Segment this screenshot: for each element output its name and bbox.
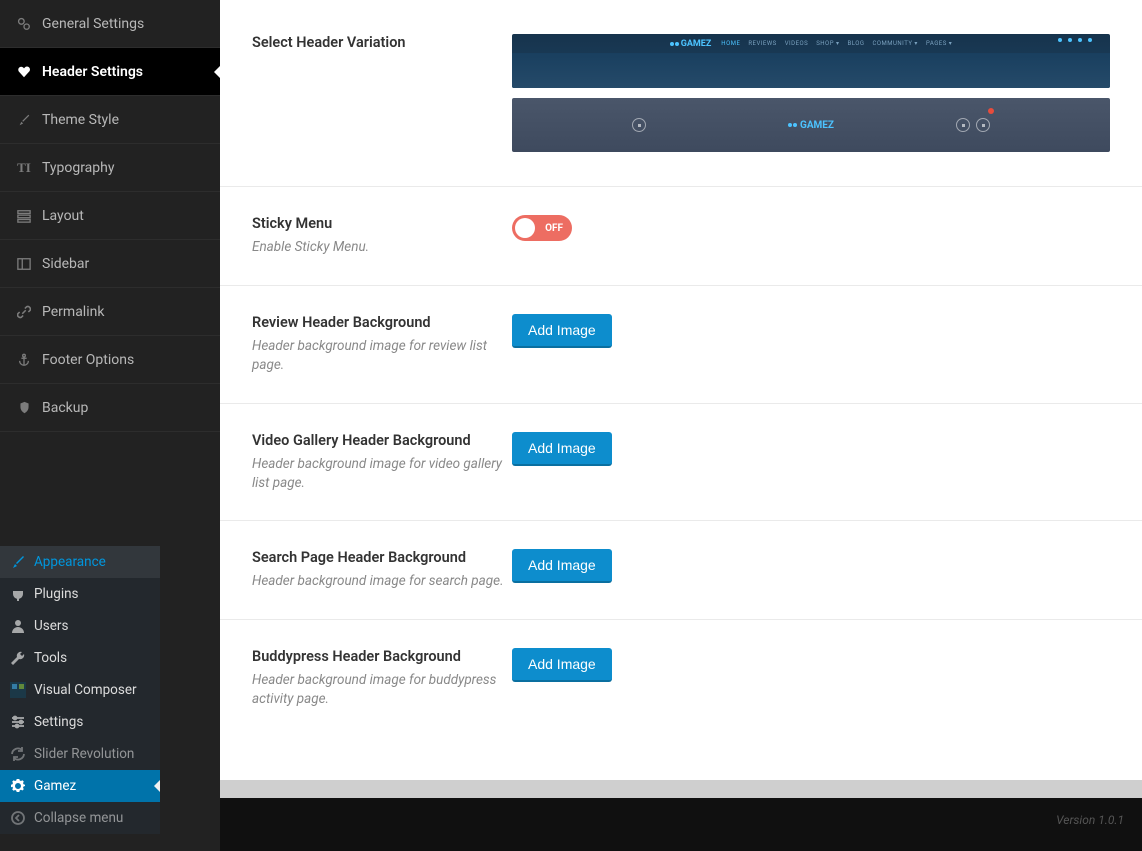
admin-item-appearance[interactable]: Appearance: [0, 546, 160, 578]
cart-circle-icon: [976, 118, 990, 132]
admin-item-label: Slider Revolution: [34, 746, 134, 762]
shield-icon: [16, 400, 32, 416]
section-desc: Header background image for video galler…: [252, 455, 512, 493]
sidebar-item-label: General Settings: [42, 16, 144, 32]
sidebar-item-label: Sidebar: [42, 256, 89, 272]
sidebar-item-header-settings[interactable]: Header Settings: [0, 48, 220, 96]
add-image-button[interactable]: Add Image: [512, 549, 612, 583]
sticky-menu-toggle[interactable]: OFF: [512, 215, 572, 241]
admin-item-plugins[interactable]: Plugins: [0, 578, 160, 610]
admin-item-collapse-menu[interactable]: Collapse menu: [0, 802, 160, 834]
admin-item-users[interactable]: Users: [0, 610, 160, 642]
footer-version: Version 1.0.1: [1056, 813, 1124, 827]
section-title: Select Header Variation: [252, 34, 512, 51]
sidebar-item-typography[interactable]: TI Typography: [0, 144, 220, 192]
admin-item-label: Tools: [34, 650, 67, 666]
section-title: Sticky Menu: [252, 215, 512, 232]
section-title: Video Gallery Header Background: [252, 432, 512, 449]
gear-icon: [10, 778, 26, 794]
content-bottom-edge: [220, 780, 1142, 798]
section-video-gallery-header-background: Video Gallery Header Background Header b…: [220, 404, 1142, 522]
add-image-button[interactable]: Add Image: [512, 648, 612, 682]
admin-item-tools[interactable]: Tools: [0, 642, 160, 674]
collapse-icon: [10, 810, 26, 826]
admin-item-settings[interactable]: Settings: [0, 706, 160, 738]
toggle-state-label: OFF: [545, 223, 563, 234]
anchor-icon: [16, 352, 32, 368]
link-icon: [16, 304, 32, 320]
section-desc: Header background image for search page.: [252, 572, 512, 591]
notification-badge-icon: [988, 108, 994, 114]
brush-icon: [10, 554, 26, 570]
admin-item-label: Gamez: [34, 778, 76, 794]
sidebar-item-backup[interactable]: Backup: [0, 384, 220, 432]
sidebar-item-permalink[interactable]: Permalink: [0, 288, 220, 336]
heart-icon: [16, 64, 32, 80]
sidebar-item-sidebar[interactable]: Sidebar: [0, 240, 220, 288]
sidebar-item-label: Footer Options: [42, 352, 134, 368]
section-title: Buddypress Header Background: [252, 648, 512, 665]
sidebar-item-label: Permalink: [42, 304, 104, 320]
type-icon: TI: [16, 160, 32, 176]
preview-nav: HOME REVIEWS VIDEOS SHOP ▾ BLOG COMMUNIT…: [721, 40, 952, 47]
section-title: Search Page Header Background: [252, 549, 512, 566]
sliders-icon: [10, 714, 26, 730]
section-select-header-variation: Select Header Variation GAMEZ HOME REVIE…: [220, 0, 1142, 187]
wp-admin-sidebar: Appearance Plugins Users Tools Visual Co…: [0, 546, 160, 834]
sidebar-item-layout[interactable]: Layout: [0, 192, 220, 240]
header-variation-option-1[interactable]: GAMEZ HOME REVIEWS VIDEOS SHOP ▾ BLOG CO…: [512, 34, 1110, 88]
menu-circle-icon: [632, 118, 646, 132]
section-desc: Header background image for buddypress a…: [252, 671, 512, 709]
admin-item-visual-composer[interactable]: Visual Composer: [0, 674, 160, 706]
sidebar-item-label: Backup: [42, 400, 88, 416]
sidebar-item-footer-options[interactable]: Footer Options: [0, 336, 220, 384]
wrench-icon: [10, 650, 26, 666]
section-buddypress-header-background: Buddypress Header Background Header back…: [220, 620, 1142, 737]
brush-icon: [16, 112, 32, 128]
refresh-icon: [10, 746, 26, 762]
preview-header-icons: [1058, 38, 1092, 42]
section-desc: Header background image for review list …: [252, 337, 512, 375]
section-desc: Enable Sticky Menu.: [252, 238, 512, 257]
admin-item-label: Settings: [34, 714, 83, 730]
gears-icon: [16, 16, 32, 32]
add-image-button[interactable]: Add Image: [512, 314, 612, 348]
admin-item-label: Collapse menu: [34, 810, 123, 826]
sidebar-item-label: Theme Style: [42, 112, 119, 128]
logo-icon: GAMEZ: [670, 39, 712, 49]
section-search-page-header-background: Search Page Header Background Header bac…: [220, 521, 1142, 620]
admin-item-gamez[interactable]: Gamez: [0, 770, 160, 802]
logo-icon: GAMEZ: [788, 120, 834, 131]
sidebar-item-general-settings[interactable]: General Settings: [0, 0, 220, 48]
admin-item-slider-revolution[interactable]: Slider Revolution: [0, 738, 160, 770]
user-icon: [10, 618, 26, 634]
header-variation-option-2[interactable]: GAMEZ: [512, 98, 1110, 152]
admin-item-label: Appearance: [34, 554, 106, 570]
sidebar-item-label: Typography: [42, 160, 114, 176]
admin-item-label: Plugins: [34, 586, 79, 602]
admin-item-label: Users: [34, 618, 68, 634]
plug-icon: [10, 586, 26, 602]
sidebar-icon: [16, 256, 32, 272]
visual-composer-icon: [10, 682, 26, 698]
sidebar-item-label: Header Settings: [42, 64, 143, 80]
settings-content: Select Header Variation GAMEZ HOME REVIE…: [220, 0, 1142, 798]
add-image-button[interactable]: Add Image: [512, 432, 612, 466]
sidebar-item-theme-style[interactable]: Theme Style: [0, 96, 220, 144]
sidebar-item-label: Layout: [42, 208, 84, 224]
search-circle-icon: [956, 118, 970, 132]
section-title: Review Header Background: [252, 314, 512, 331]
section-sticky-menu: Sticky Menu Enable Sticky Menu. OFF: [220, 187, 1142, 286]
section-review-header-background: Review Header Background Header backgrou…: [220, 286, 1142, 404]
toggle-knob: [515, 218, 535, 238]
admin-item-label: Visual Composer: [34, 682, 137, 698]
layout-icon: [16, 208, 32, 224]
